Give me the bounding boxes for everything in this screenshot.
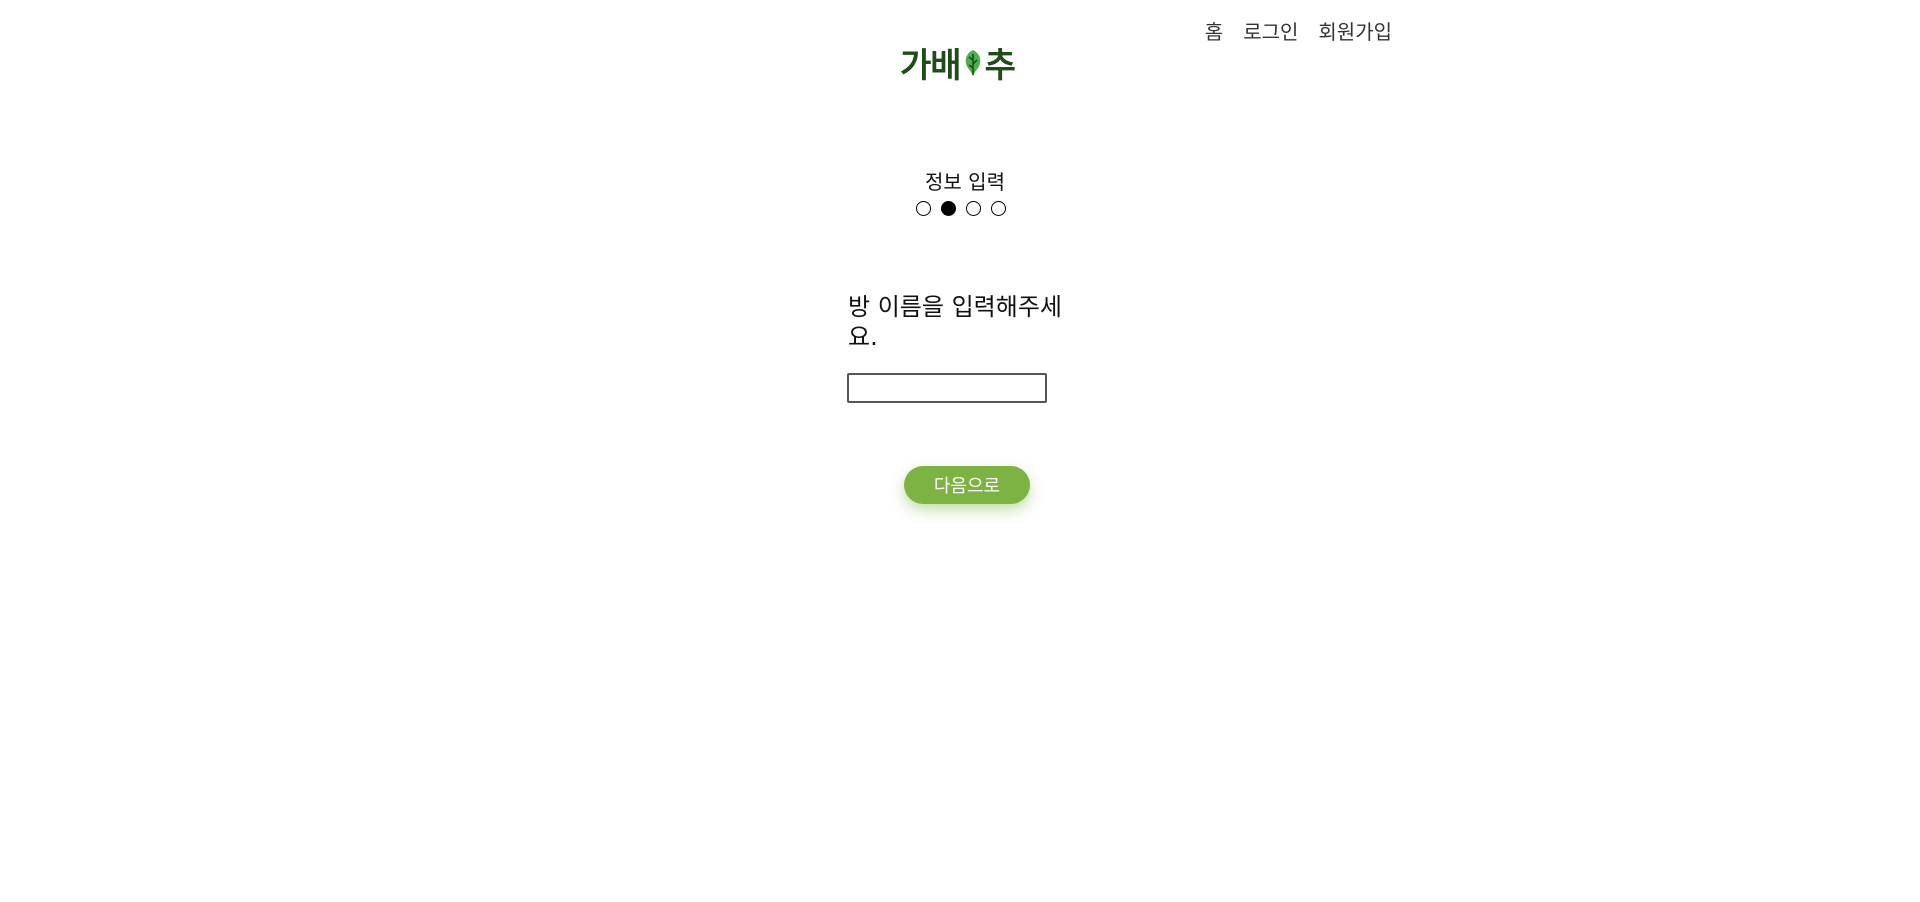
- top-nav: 홈 로그인 회원가입: [1205, 16, 1392, 45]
- step-indicator: [916, 201, 1006, 216]
- step-dot-3: [966, 201, 981, 216]
- logo-text-right: 추: [984, 45, 1016, 86]
- logo[interactable]: 가배 추: [900, 40, 1040, 86]
- room-name-question: 방 이름을 입력해주세요.: [848, 293, 1062, 351]
- nav-home-link[interactable]: 홈: [1205, 16, 1223, 45]
- room-name-input[interactable]: [847, 373, 1047, 403]
- logo-text-left: 가배: [900, 45, 962, 86]
- step-dot-4: [991, 201, 1006, 216]
- step-dot-1: [916, 201, 931, 216]
- nav-login-link[interactable]: 로그인: [1243, 16, 1298, 45]
- cabbage-leaf-icon: [962, 47, 984, 77]
- step-dot-2-active: [941, 201, 956, 216]
- page: 홈 로그인 회원가입 가배 추 정보 입력 방 이름을 입력해주세요. 다음으로: [0, 0, 1920, 902]
- next-button[interactable]: 다음으로: [904, 466, 1030, 504]
- nav-signup-link[interactable]: 회원가입: [1318, 16, 1392, 45]
- step-title: 정보 입력: [925, 170, 1005, 194]
